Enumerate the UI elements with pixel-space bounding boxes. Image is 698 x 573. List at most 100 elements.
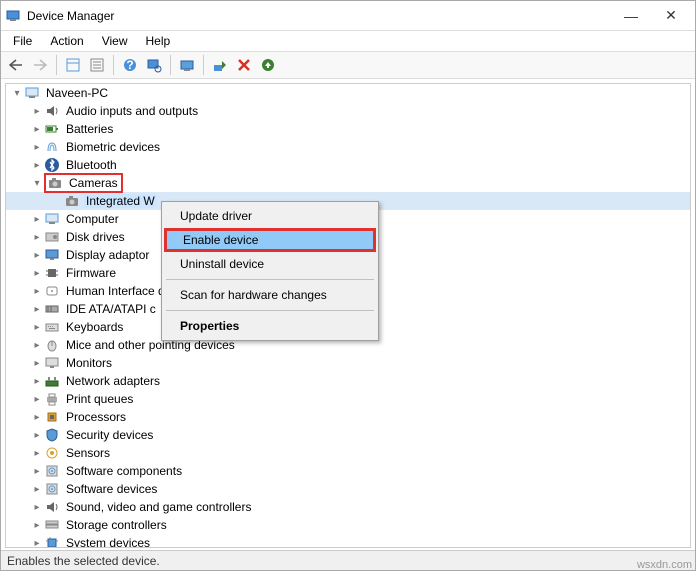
sec-icon [44, 427, 60, 443]
context-item-label: Uninstall device [180, 257, 264, 271]
node-label: Cameras [67, 176, 120, 190]
tree-node[interactable]: ▸Audio inputs and outputs [6, 102, 690, 120]
menu-view[interactable]: View [94, 32, 136, 50]
tree-node[interactable]: ▸Monitors [6, 354, 690, 372]
context-item[interactable]: Enable device [164, 228, 376, 252]
battery-icon [44, 121, 60, 137]
toolbar-separator [56, 55, 57, 75]
context-item-label: Enable device [183, 233, 258, 247]
expand-icon[interactable]: ▸ [30, 266, 44, 280]
expand-icon[interactable]: ▸ [30, 356, 44, 370]
expand-icon[interactable]: ▸ [30, 284, 44, 298]
node-label: Software devices [64, 482, 159, 496]
tree-root[interactable]: ▾Naveen-PC [6, 84, 690, 102]
expand-icon[interactable]: ▸ [30, 374, 44, 388]
expand-icon[interactable]: ▸ [30, 500, 44, 514]
show-hidden-button[interactable] [62, 54, 84, 76]
tree-node[interactable]: ▸ Security devices [6, 426, 690, 444]
system-icon [44, 535, 60, 548]
expand-icon[interactable]: ▸ [30, 446, 44, 460]
help-button[interactable]: ? [119, 54, 141, 76]
uninstall-button[interactable] [233, 54, 255, 76]
close-button[interactable]: ✕ [651, 2, 691, 30]
expand-icon[interactable]: ▸ [30, 158, 44, 172]
disk-icon [44, 229, 60, 245]
node-label: Security devices [64, 428, 155, 442]
expand-icon[interactable]: ▸ [30, 392, 44, 406]
context-item-label: Scan for hardware changes [180, 288, 327, 302]
expand-icon[interactable]: ▸ [30, 122, 44, 136]
enable-button[interactable] [209, 54, 231, 76]
tree-node[interactable]: ▸ Sensors [6, 444, 690, 462]
print-icon [44, 391, 60, 407]
tree-node[interactable]: ▸Storage controllers [6, 516, 690, 534]
display-icon [44, 247, 60, 263]
node-label: Software components [64, 464, 184, 478]
tree-node[interactable]: ▸Sound, video and game controllers [6, 498, 690, 516]
context-separator [166, 310, 374, 311]
node-label: Sensors [64, 446, 112, 460]
minimize-button[interactable]: — [611, 2, 651, 30]
monitor-icon [44, 355, 60, 371]
expand-icon[interactable]: ▸ [30, 140, 44, 154]
expand-icon[interactable]: ▸ [30, 320, 44, 334]
tree-node[interactable]: ▸Network adapters [6, 372, 690, 390]
expand-icon[interactable]: ▸ [30, 302, 44, 316]
menu-help[interactable]: Help [138, 32, 179, 50]
back-button[interactable] [5, 54, 27, 76]
toolbar-separator [203, 55, 204, 75]
expand-icon[interactable]: ▾ [30, 176, 44, 190]
expand-icon[interactable]: ▸ [30, 428, 44, 442]
bio-icon [44, 139, 60, 155]
expand-icon[interactable]: ▸ [30, 482, 44, 496]
mouse-icon [44, 337, 60, 353]
camera-icon [64, 193, 80, 209]
expand-icon[interactable]: ▸ [30, 536, 44, 548]
toolbar-separator [170, 55, 171, 75]
add-legacy-button[interactable] [257, 54, 279, 76]
node-label: Human Interface d [64, 284, 167, 298]
context-item[interactable]: Scan for hardware changes [164, 283, 376, 307]
tree-node[interactable]: ▾ Cameras [6, 174, 690, 192]
menu-action[interactable]: Action [42, 32, 91, 50]
toolbar: ? [1, 51, 695, 79]
expand-icon[interactable]: ▸ [30, 230, 44, 244]
context-item[interactable]: Properties [164, 314, 376, 338]
context-item-label: Update driver [180, 209, 252, 223]
expand-icon[interactable]: ▸ [30, 248, 44, 262]
tree-node[interactable]: ▸Bluetooth [6, 156, 690, 174]
update-driver-button[interactable] [176, 54, 198, 76]
status-bar: Enables the selected device. [1, 550, 695, 570]
storage-icon [44, 517, 60, 533]
expand-icon[interactable]: ▸ [30, 212, 44, 226]
keyboard-icon [44, 319, 60, 335]
audio-icon [44, 499, 60, 515]
tree-node[interactable]: ▸ Processors [6, 408, 690, 426]
tree-node[interactable]: ▸ Software components [6, 462, 690, 480]
tree-node[interactable]: ▸Batteries [6, 120, 690, 138]
computer-icon [44, 211, 60, 227]
expand-icon[interactable]: ▸ [30, 338, 44, 352]
node-label: Display adaptor [64, 248, 151, 262]
expand-icon[interactable]: ▸ [30, 464, 44, 478]
context-item[interactable]: Update driver [164, 204, 376, 228]
scan-button[interactable] [143, 54, 165, 76]
expand-icon[interactable]: ▸ [30, 410, 44, 424]
tree-node[interactable]: ▸Print queues [6, 390, 690, 408]
app-icon [5, 8, 21, 24]
forward-button[interactable] [29, 54, 51, 76]
tree-node[interactable]: ▸ Software devices [6, 480, 690, 498]
menu-file[interactable]: File [5, 32, 40, 50]
node-label: Firmware [64, 266, 118, 280]
sw-icon [44, 481, 60, 497]
context-item[interactable]: Uninstall device [164, 252, 376, 276]
node-label: Processors [64, 410, 128, 424]
tree-node[interactable]: ▸Biometric devices [6, 138, 690, 156]
menu-bar: File Action View Help [1, 31, 695, 51]
expand-icon[interactable]: ▸ [30, 104, 44, 118]
expand-icon[interactable]: ▾ [10, 86, 24, 100]
context-separator [166, 279, 374, 280]
properties-button[interactable] [86, 54, 108, 76]
expand-icon[interactable]: ▸ [30, 518, 44, 532]
tree-node[interactable]: ▸System devices [6, 534, 690, 548]
